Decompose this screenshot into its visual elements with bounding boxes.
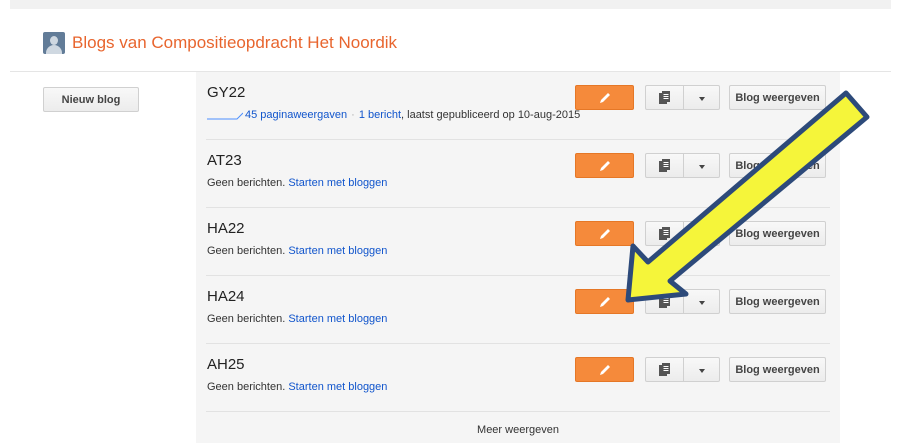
top-bar	[10, 0, 891, 9]
separator-dot: ·	[351, 109, 355, 121]
posts-button[interactable]	[645, 357, 684, 382]
copy-icon	[659, 159, 670, 172]
posts-button[interactable]	[645, 289, 684, 314]
blog-name[interactable]: HA22	[207, 220, 245, 237]
blog-stats: Geen berichten. Starten met bloggen	[207, 245, 387, 257]
chevron-down-icon	[699, 165, 705, 169]
no-posts-text: Geen berichten.	[207, 177, 286, 189]
start-blogging-link[interactable]: Starten met bloggen	[288, 177, 387, 189]
pencil-icon	[600, 297, 610, 307]
pencil-icon	[600, 161, 610, 171]
blog-stats: Geen berichten. Starten met bloggen	[207, 381, 387, 393]
blog-row: AT23 Geen berichten. Starten met bloggen…	[196, 140, 840, 208]
blog-row: HA22 Geen berichten. Starten met bloggen…	[196, 208, 840, 276]
posts-link[interactable]: 1 bericht	[359, 109, 401, 121]
blog-stats: 45 paginaweergaven · 1 bericht, laatst gep…	[207, 109, 580, 121]
pageviews-link[interactable]: 45 paginaweergaven	[245, 109, 347, 121]
start-blogging-link[interactable]: Starten met bloggen	[288, 381, 387, 393]
chevron-down-icon	[699, 233, 705, 237]
posts-button[interactable]	[645, 153, 684, 178]
show-more-link[interactable]: Meer weergeven	[196, 424, 840, 436]
copy-icon	[659, 295, 670, 308]
profile-avatar-icon	[43, 32, 65, 54]
view-blog-button[interactable]: Blog weergeven	[729, 357, 826, 382]
new-post-button[interactable]	[575, 289, 634, 314]
copy-icon	[659, 91, 670, 104]
more-options-dropdown[interactable]	[683, 357, 720, 382]
blog-list: GY22 45 paginaweergaven · 1 bericht, laats…	[196, 72, 840, 443]
blog-stats: Geen berichten. Starten met bloggen	[207, 177, 387, 189]
blog-stats: Geen berichten. Starten met bloggen	[207, 313, 387, 325]
more-options-dropdown[interactable]	[683, 85, 720, 110]
copy-icon	[659, 227, 670, 240]
pencil-icon	[600, 229, 610, 239]
chevron-down-icon	[699, 301, 705, 305]
no-posts-text: Geen berichten.	[207, 313, 286, 325]
view-blog-button[interactable]: Blog weergeven	[729, 289, 826, 314]
view-blog-button[interactable]: Blog weergeven	[729, 153, 826, 178]
pencil-icon	[600, 365, 610, 375]
blog-name[interactable]: HA24	[207, 288, 245, 305]
chevron-down-icon	[699, 369, 705, 373]
posts-button[interactable]	[645, 85, 684, 110]
new-post-button[interactable]	[575, 153, 634, 178]
sparkline-icon	[207, 112, 243, 120]
no-posts-text: Geen berichten.	[207, 245, 286, 257]
new-post-button[interactable]	[575, 85, 634, 110]
blog-name[interactable]: AH25	[207, 356, 245, 373]
view-blog-button[interactable]: Blog weergeven	[729, 85, 826, 110]
pencil-icon	[600, 93, 610, 103]
blog-row: AH25 Geen berichten. Starten met bloggen…	[196, 344, 840, 412]
copy-icon	[659, 363, 670, 376]
start-blogging-link[interactable]: Starten met bloggen	[288, 245, 387, 257]
page-header: Blogs van Compositieopdracht Het Noordik	[43, 30, 397, 56]
start-blogging-link[interactable]: Starten met bloggen	[288, 313, 387, 325]
new-post-button[interactable]	[575, 221, 634, 246]
more-options-dropdown[interactable]	[683, 153, 720, 178]
new-blog-button[interactable]: Nieuw blog	[43, 87, 139, 112]
chevron-down-icon	[699, 97, 705, 101]
no-posts-text: Geen berichten.	[207, 381, 286, 393]
posts-button[interactable]	[645, 221, 684, 246]
blog-row: GY22 45 paginaweergaven · 1 bericht, laats…	[196, 72, 840, 140]
more-options-dropdown[interactable]	[683, 289, 720, 314]
blog-row: HA24 Geen berichten. Starten met bloggen…	[196, 276, 840, 344]
blog-name[interactable]: GY22	[207, 84, 245, 101]
row-divider	[206, 411, 830, 412]
new-post-button[interactable]	[575, 357, 634, 382]
last-published-text: , laatst gepubliceerd op 10-aug-2015	[401, 109, 581, 121]
view-blog-button[interactable]: Blog weergeven	[729, 221, 826, 246]
more-options-dropdown[interactable]	[683, 221, 720, 246]
blog-name[interactable]: AT23	[207, 152, 242, 169]
page-title: Blogs van Compositieopdracht Het Noordik	[72, 33, 398, 52]
